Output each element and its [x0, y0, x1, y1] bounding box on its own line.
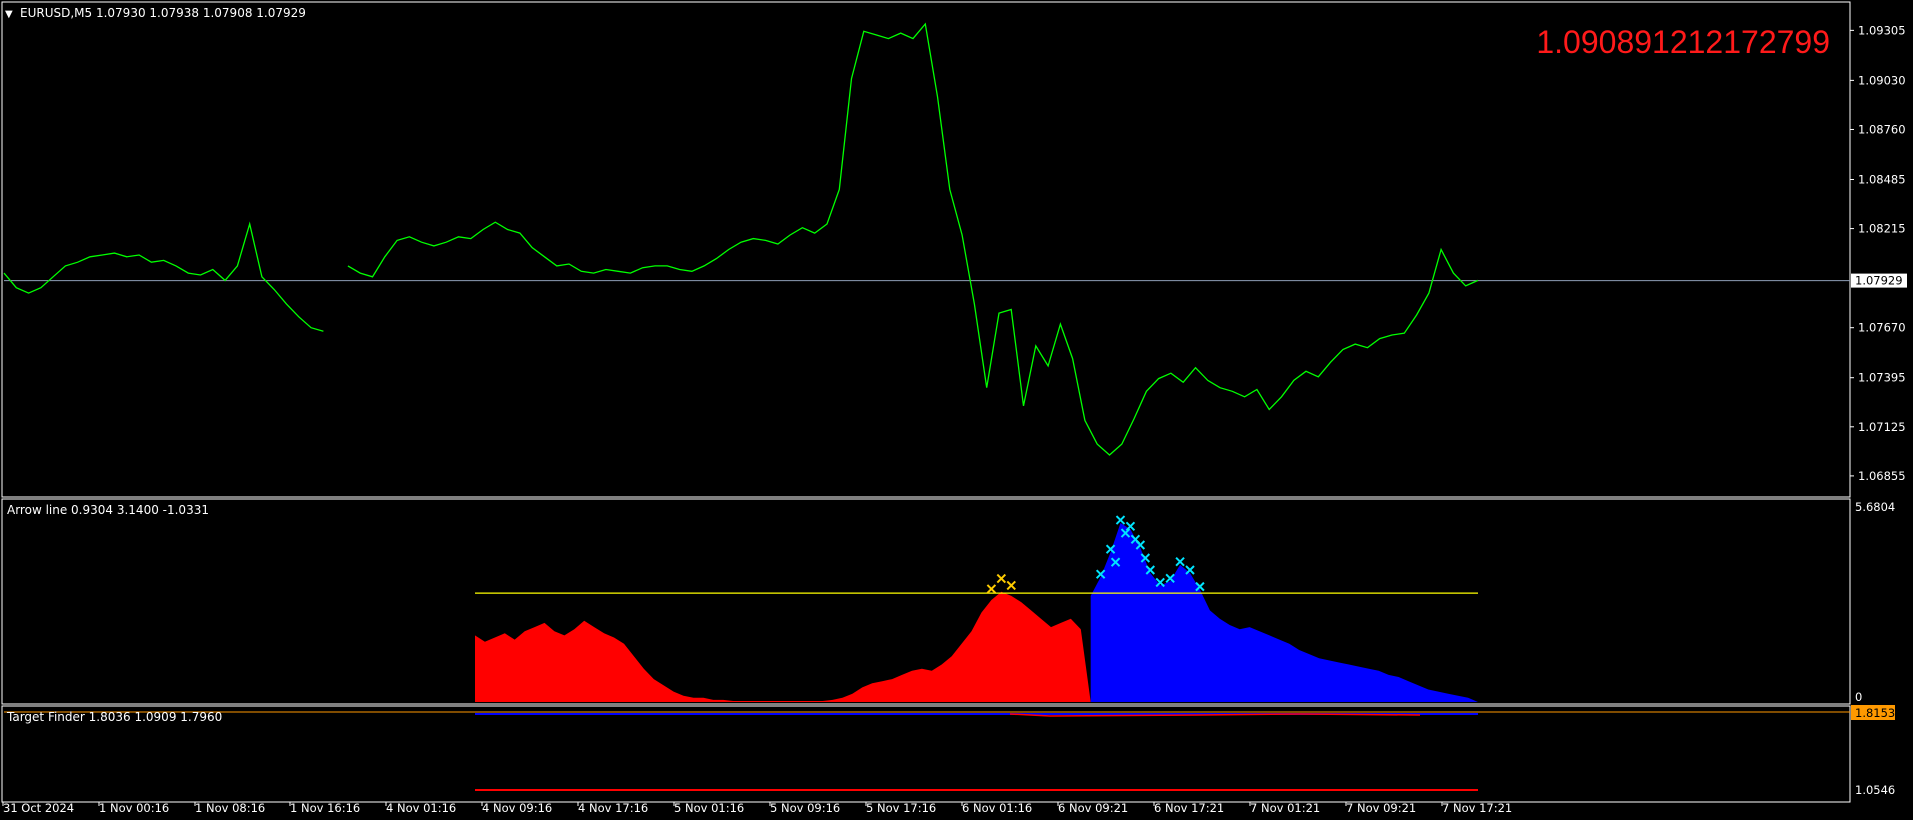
- time-tick-label: 6 Nov 09:21: [1058, 801, 1128, 815]
- time-tick-label: 1 Nov 16:16: [290, 801, 360, 815]
- target-bottom-value: 1.0546: [1855, 783, 1895, 797]
- time-tick-label: 31 Oct 2024: [3, 801, 74, 815]
- price-tick-label: 1.07670: [1858, 321, 1906, 335]
- time-tick-label: 6 Nov 01:16: [962, 801, 1032, 815]
- price-tick-label: 1.09305: [1858, 23, 1906, 37]
- time-tick-label: 7 Nov 17:21: [1442, 801, 1512, 815]
- time-tick-label: 5 Nov 01:16: [674, 801, 744, 815]
- time-tick-label: 1 Nov 00:16: [99, 801, 169, 815]
- price-tick-label: 1.06855: [1858, 469, 1906, 483]
- symbol-title: EURUSD,M5 1.07930 1.07938 1.07908 1.0792…: [20, 6, 306, 20]
- price-tick-label: 1.08215: [1858, 222, 1906, 236]
- target-top-tag: 1.8153: [1855, 706, 1895, 720]
- arrow-panel-label: Arrow line 0.9304 3.1400 -1.0331: [7, 503, 209, 517]
- price-tick-label: 1.09030: [1858, 73, 1906, 87]
- target-panel-label: Target Finder 1.8036 1.0909 1.7960: [6, 710, 222, 724]
- chart-root: 1.09305 1.09030 1.08760 1.08485 1.08215 1.076…: [0, 0, 1913, 820]
- time-tick-label: 1 Nov 08:16: [195, 801, 265, 815]
- price-tick-label: 1.08485: [1858, 172, 1906, 186]
- time-tick-label: 4 Nov 17:16: [578, 801, 648, 815]
- time-tick-label: 5 Nov 17:16: [866, 801, 936, 815]
- time-tick-label: 6 Nov 17:21: [1154, 801, 1224, 815]
- price-tick-label: 1.07125: [1858, 420, 1906, 434]
- arrow-top-value: 5.6804: [1855, 500, 1895, 514]
- time-tick-label: 4 Nov 09:16: [482, 801, 552, 815]
- price-tick-label: 1.07395: [1858, 371, 1906, 385]
- time-tick-label: 4 Nov 01:16: [386, 801, 456, 815]
- time-tick-label: 7 Nov 09:21: [1346, 801, 1416, 815]
- time-tick-label: 7 Nov 01:21: [1250, 801, 1320, 815]
- price-tick-label: 1.08760: [1858, 122, 1906, 136]
- arrow-bottom-value: 0: [1855, 690, 1862, 704]
- current-price-tag: 1.07929: [1855, 274, 1903, 288]
- symbol-caret-icon[interactable]: ▼: [5, 9, 13, 20]
- big-number-label: 1.090891212172799: [1536, 24, 1830, 60]
- time-tick-label: 5 Nov 09:16: [770, 801, 840, 815]
